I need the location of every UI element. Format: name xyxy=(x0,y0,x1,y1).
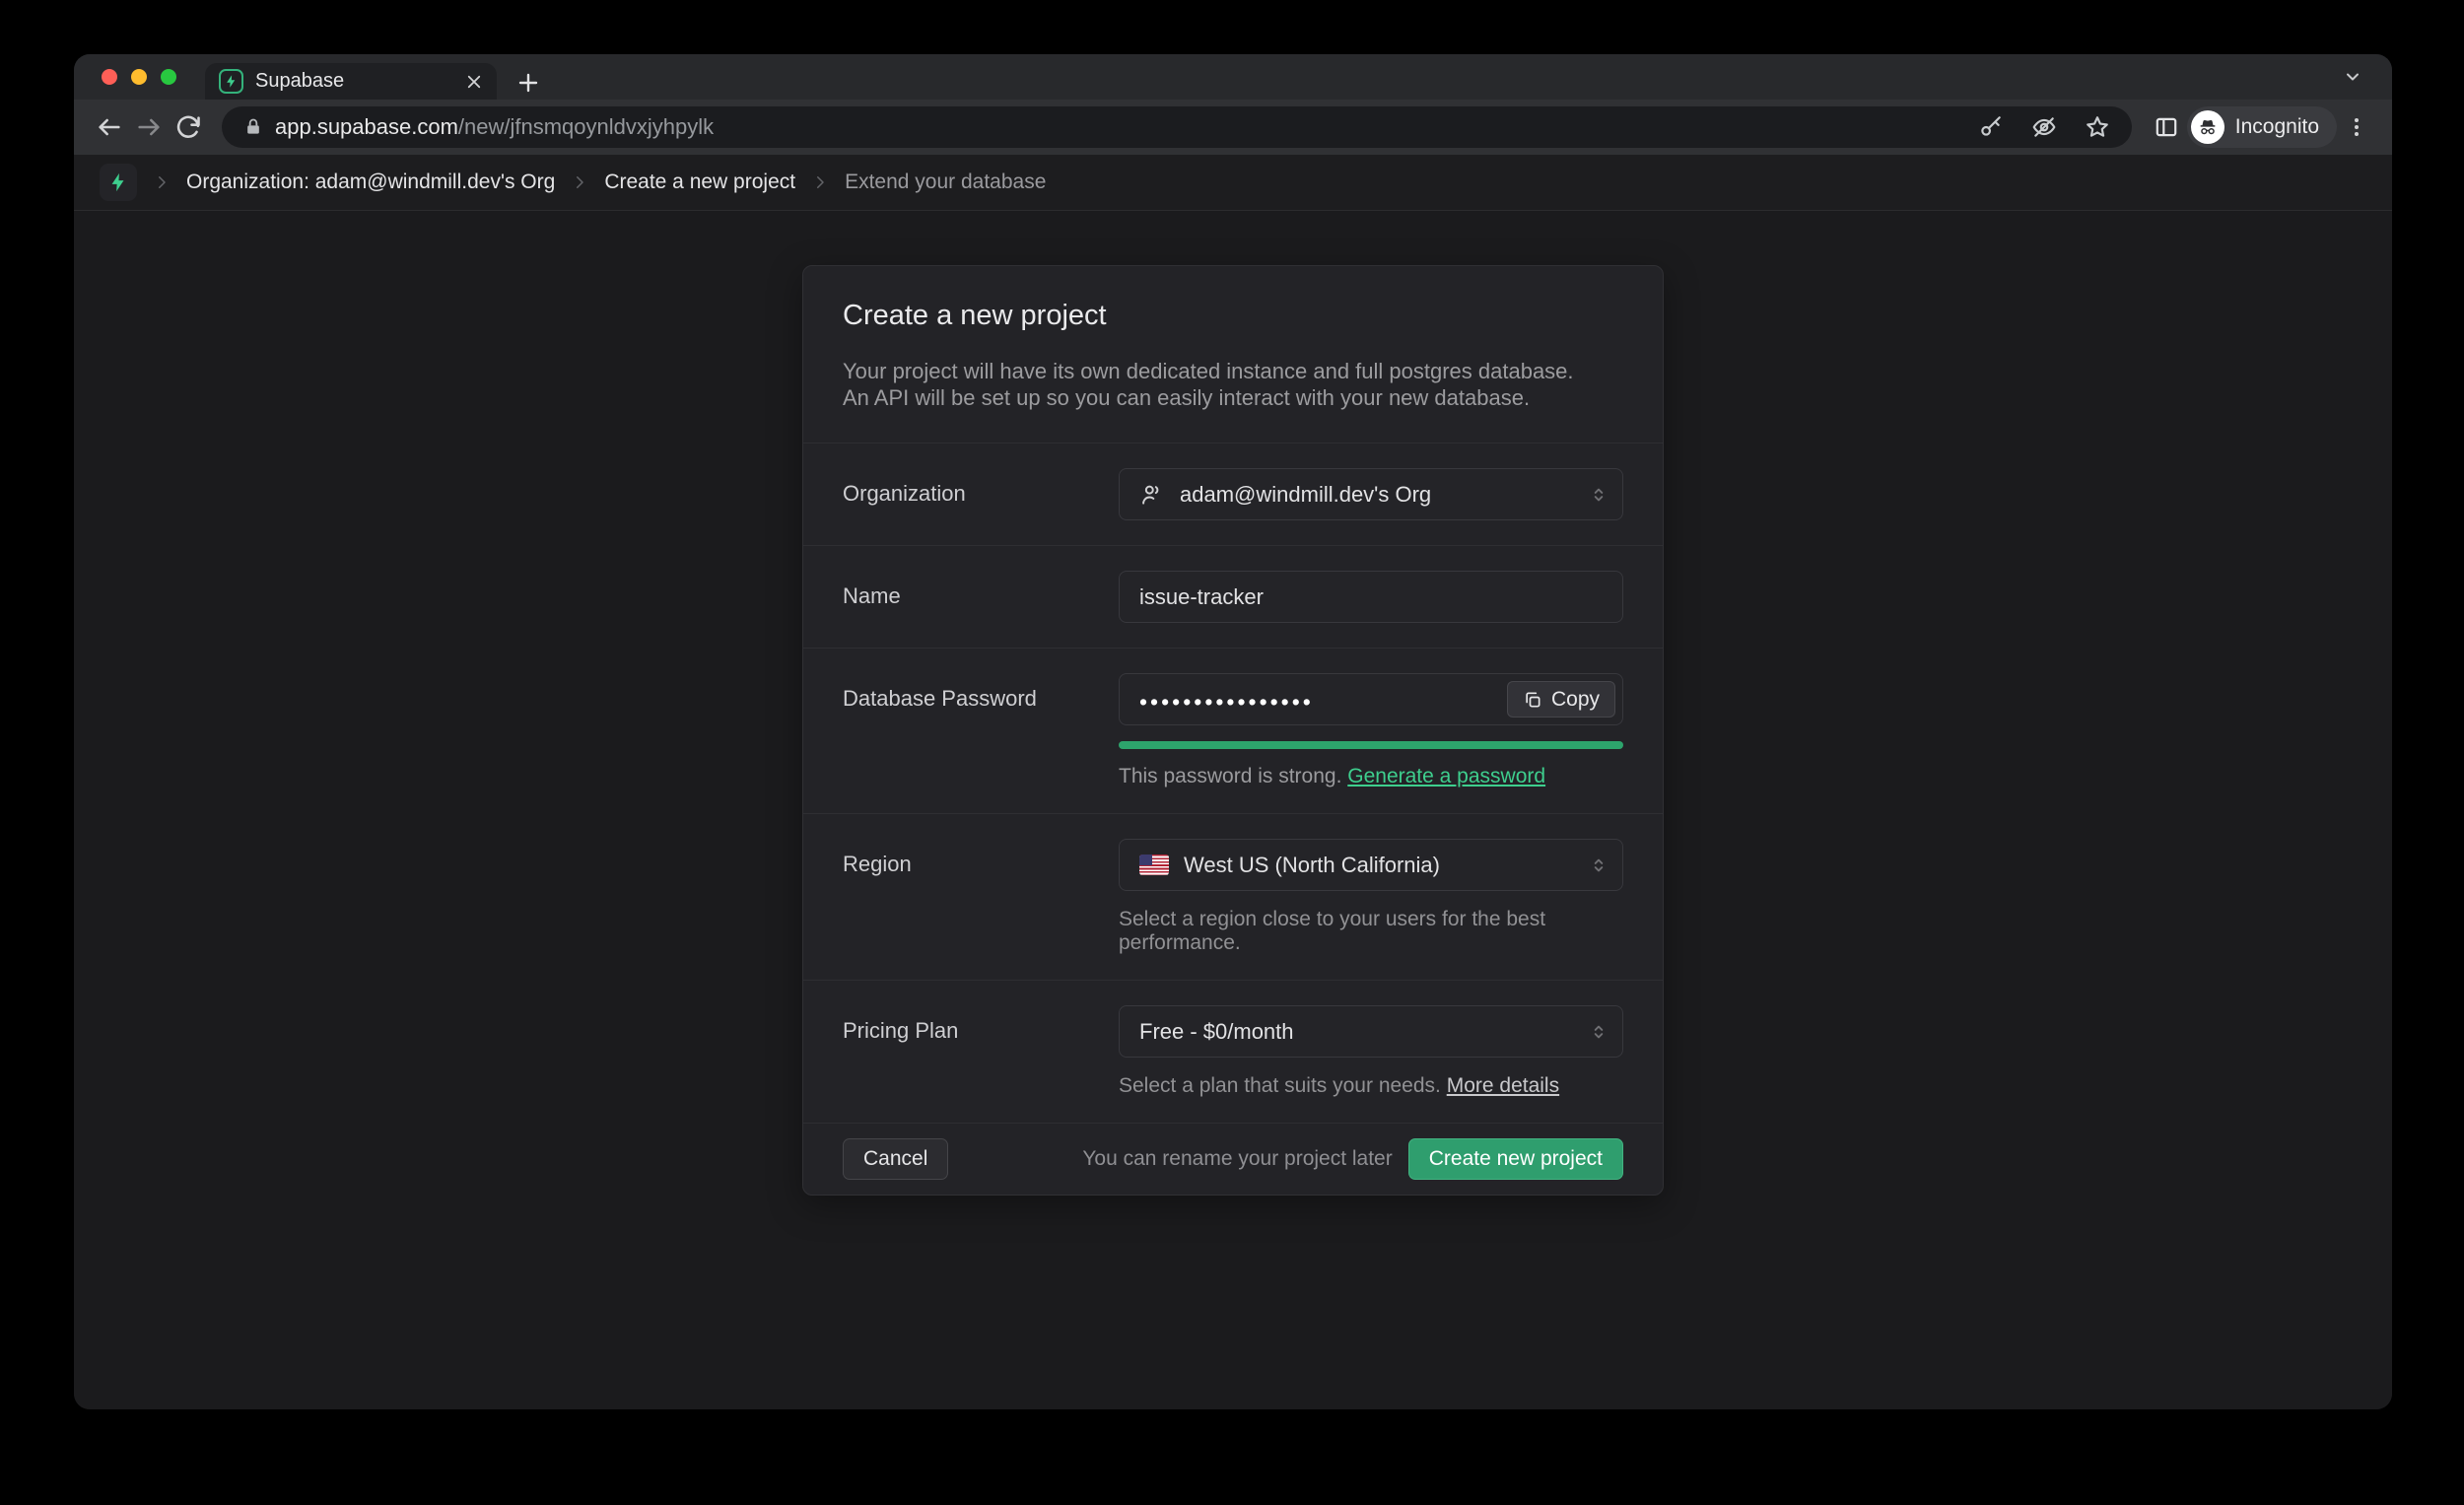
chevrons-up-down-icon xyxy=(1589,1022,1608,1042)
name-value: issue-tracker xyxy=(1139,584,1264,610)
tab-search-chevron-down-icon[interactable] xyxy=(2343,67,2362,87)
password-row: Database Password •••••••••••••••• Copy xyxy=(803,648,1663,813)
incognito-badge[interactable]: Incognito xyxy=(2187,106,2337,148)
copy-password-button[interactable]: Copy xyxy=(1507,681,1615,718)
url-path: /new/jfnsmqoynldvxjyhpylk xyxy=(458,114,714,139)
pricing-select[interactable]: Free - $0/month xyxy=(1119,1005,1623,1058)
create-new-project-button[interactable]: Create new project xyxy=(1408,1138,1623,1180)
incognito-label: Incognito xyxy=(2235,115,2319,139)
generate-password-link[interactable]: Generate a password xyxy=(1347,765,1545,787)
window-controls xyxy=(102,69,176,85)
tab-title: Supabase xyxy=(255,70,453,93)
name-label: Name xyxy=(843,571,1119,623)
close-window-button[interactable] xyxy=(102,69,117,85)
supabase-logo-icon[interactable] xyxy=(100,164,137,201)
browser-menu-icon[interactable] xyxy=(2345,115,2368,139)
forward-icon[interactable] xyxy=(129,107,169,147)
region-select[interactable]: West US (North California) xyxy=(1119,839,1623,891)
side-panel-icon[interactable] xyxy=(2154,114,2179,140)
password-key-icon[interactable] xyxy=(1978,114,2004,140)
zoom-window-button[interactable] xyxy=(161,69,176,85)
us-flag-icon xyxy=(1139,855,1169,875)
organization-select[interactable]: adam@windmill.dev's Org xyxy=(1119,468,1623,520)
region-row: Region West US (North California) Select… xyxy=(803,813,1663,980)
organization-row: Organization adam@windmill.dev's Org xyxy=(803,443,1663,545)
create-project-card: Create a new project Your project will h… xyxy=(802,265,1664,1196)
password-strength-text: This password is strong. xyxy=(1119,765,1341,787)
chevrons-up-down-icon xyxy=(1589,485,1608,505)
region-helper-text: Select a region close to your users for … xyxy=(1119,908,1623,955)
chevron-right-icon xyxy=(153,173,171,191)
more-details-link[interactable]: More details xyxy=(1447,1074,1559,1097)
copy-label: Copy xyxy=(1551,688,1600,712)
pricing-row: Pricing Plan Free - $0/month Select a pl… xyxy=(803,980,1663,1123)
password-strength-bar xyxy=(1119,741,1623,749)
browser-tab-supabase[interactable]: Supabase xyxy=(205,63,497,100)
region-label: Region xyxy=(843,839,1119,955)
bookmark-star-icon[interactable] xyxy=(2085,114,2110,140)
lock-icon[interactable] xyxy=(243,117,263,137)
name-row: Name issue-tracker xyxy=(803,545,1663,648)
name-input[interactable]: issue-tracker xyxy=(1119,571,1623,623)
pricing-value: Free - $0/month xyxy=(1139,1019,1294,1045)
users-icon xyxy=(1139,482,1165,508)
password-input[interactable]: •••••••••••••••• Copy xyxy=(1119,673,1623,725)
cancel-button[interactable]: Cancel xyxy=(843,1138,948,1180)
chevron-right-icon xyxy=(811,173,829,191)
chevron-right-icon xyxy=(571,173,588,191)
description-line-1: Your project will have its own dedicated… xyxy=(843,358,1623,384)
tab-close-icon[interactable] xyxy=(465,73,483,91)
breadcrumb-create-project[interactable]: Create a new project xyxy=(604,171,795,194)
page-content: Create a new project Your project will h… xyxy=(74,211,2392,1409)
page-title: Create a new project xyxy=(843,300,1623,332)
browser-toolbar: app.supabase.com/new/jfnsmqoynldvxjyhpyl… xyxy=(74,100,2392,155)
organization-value: adam@windmill.dev's Org xyxy=(1180,482,1431,508)
rename-note: You can rename your project later xyxy=(1082,1147,1392,1171)
new-tab-button[interactable] xyxy=(516,71,540,95)
organization-label: Organization xyxy=(843,468,1119,520)
password-masked-value: •••••••••••••••• xyxy=(1139,685,1314,714)
breadcrumb-organization[interactable]: Organization: adam@windmill.dev's Org xyxy=(186,171,555,194)
breadcrumb-extend-database[interactable]: Extend your database xyxy=(845,171,1046,194)
incognito-icon xyxy=(2191,110,2224,144)
pricing-label: Pricing Plan xyxy=(843,1005,1119,1098)
password-label: Database Password xyxy=(843,673,1119,788)
browser-window: Supabase app.supabase.com/new/jfnsmqoynl… xyxy=(74,54,2392,1409)
chevrons-up-down-icon xyxy=(1589,855,1608,875)
reload-icon[interactable] xyxy=(169,107,208,147)
back-icon[interactable] xyxy=(90,107,129,147)
form-footer: Cancel You can rename your project later… xyxy=(803,1123,1663,1195)
url-bar[interactable]: app.supabase.com/new/jfnsmqoynldvxjyhpyl… xyxy=(222,106,2132,148)
minimize-window-button[interactable] xyxy=(131,69,147,85)
tab-strip: Supabase xyxy=(74,54,2392,100)
region-value: West US (North California) xyxy=(1184,853,1440,878)
description-line-2: An API will be set up so you can easily … xyxy=(843,384,1623,411)
app-header: Organization: adam@windmill.dev's Org Cr… xyxy=(74,155,2392,211)
eye-off-icon[interactable] xyxy=(2031,114,2057,140)
pricing-helper-text: Select a plan that suits your needs. xyxy=(1119,1074,1441,1097)
url-host: app.supabase.com xyxy=(275,114,458,139)
copy-icon xyxy=(1523,690,1542,710)
supabase-favicon-icon xyxy=(219,69,243,94)
